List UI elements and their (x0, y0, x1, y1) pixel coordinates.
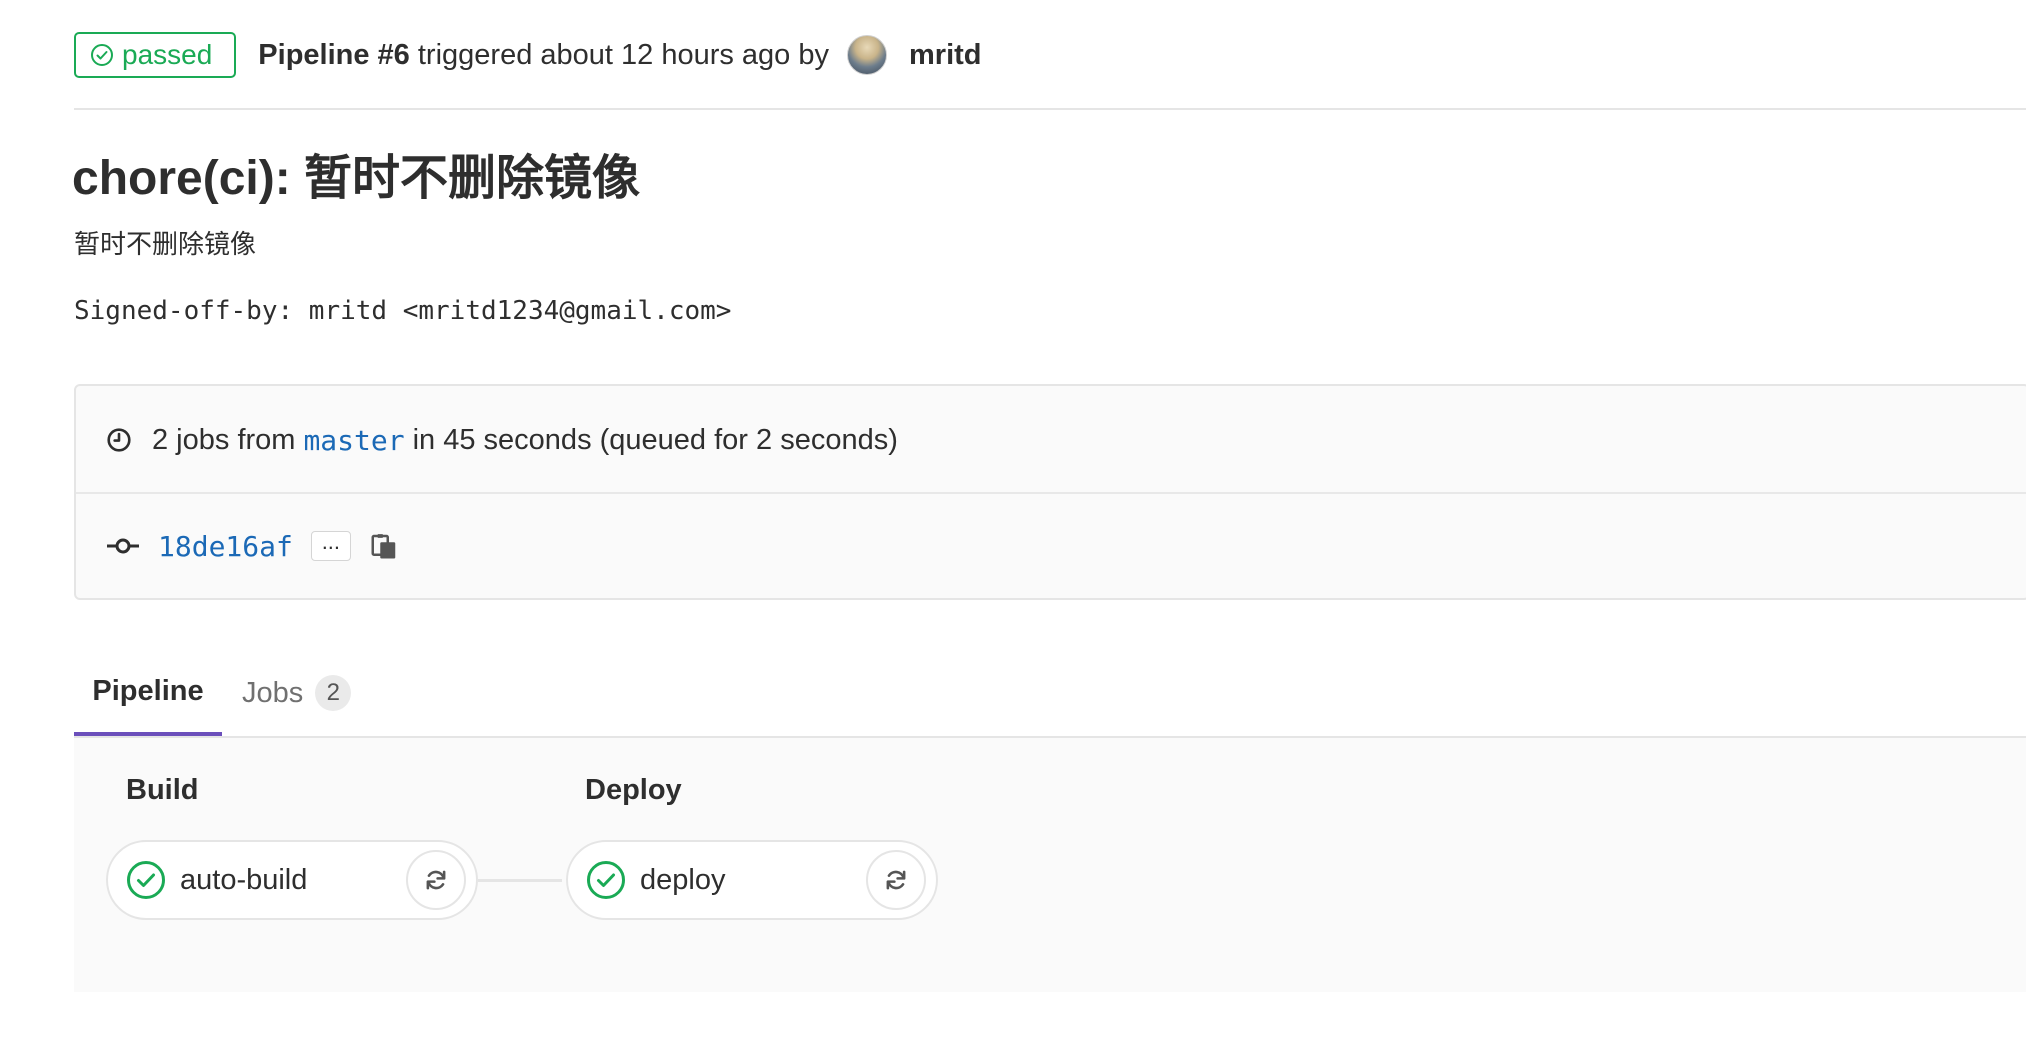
retry-icon (886, 870, 906, 890)
check-circle-icon (127, 861, 165, 899)
jobs-count-badge: 2 (315, 675, 352, 711)
retry-icon (426, 870, 446, 890)
expand-commit-button[interactable]: ... (310, 529, 351, 561)
clock-icon (107, 428, 131, 452)
job-name: auto-build (180, 863, 308, 896)
jobs-prefix: 2 jobs from (152, 423, 296, 456)
clipboard-icon (371, 534, 396, 559)
retry-button[interactable] (866, 850, 926, 910)
commit-sha-link[interactable]: 18de16af (158, 530, 293, 563)
retry-button[interactable] (406, 850, 466, 910)
header-divider (74, 108, 2026, 110)
pipeline-tabs: Pipeline Jobs 2 (74, 650, 2026, 738)
pipeline-label: Pipeline #6 (258, 38, 410, 71)
tab-jobs-label: Jobs (242, 676, 304, 709)
pipeline-info: Pipeline #6 triggered about 12 hours ago… (258, 35, 982, 75)
branch-link[interactable]: master (303, 424, 404, 457)
check-circle-icon (91, 44, 113, 66)
commit-row: 18de16af ... (106, 526, 401, 566)
pipeline-graph: Build Deploy auto-build deploy (74, 738, 2026, 992)
stage-connector (478, 879, 562, 882)
pipeline-header: passed Pipeline #6 triggered about 12 ho… (74, 30, 982, 80)
status-badge[interactable]: passed (74, 32, 237, 78)
commit-icon (107, 538, 139, 554)
duration-text: in 45 seconds (queued for 2 seconds) (412, 423, 898, 456)
author-link[interactable]: mritd (909, 39, 982, 72)
job-deploy[interactable]: deploy (566, 840, 938, 920)
stage-title-deploy: Deploy (585, 774, 682, 806)
stage-title-build: Build (126, 774, 199, 806)
pipeline-info-box: 2 jobs from master in 45 seconds (queued… (74, 384, 2026, 600)
check-circle-icon (587, 861, 625, 899)
jobs-summary: 2 jobs from master in 45 seconds (queued… (106, 420, 898, 460)
job-name: deploy (640, 863, 726, 896)
info-divider (76, 492, 2026, 494)
status-label: passed (122, 39, 213, 70)
tab-jobs[interactable]: Jobs 2 (242, 650, 352, 736)
tab-pipeline[interactable]: Pipeline (74, 650, 222, 736)
commit-title: chore(ci): 暂时不删除镜像 (72, 152, 641, 205)
job-auto-build[interactable]: auto-build (106, 840, 478, 920)
commit-signoff: Signed-off-by: mritd <mritd1234@gmail.co… (74, 296, 732, 326)
commit-description: 暂时不删除镜像 (74, 229, 257, 259)
copy-sha-button[interactable] (367, 529, 401, 563)
triggered-text: triggered about 12 hours ago by (417, 38, 830, 71)
tab-pipeline-label: Pipeline (92, 674, 204, 707)
avatar[interactable] (847, 35, 888, 75)
